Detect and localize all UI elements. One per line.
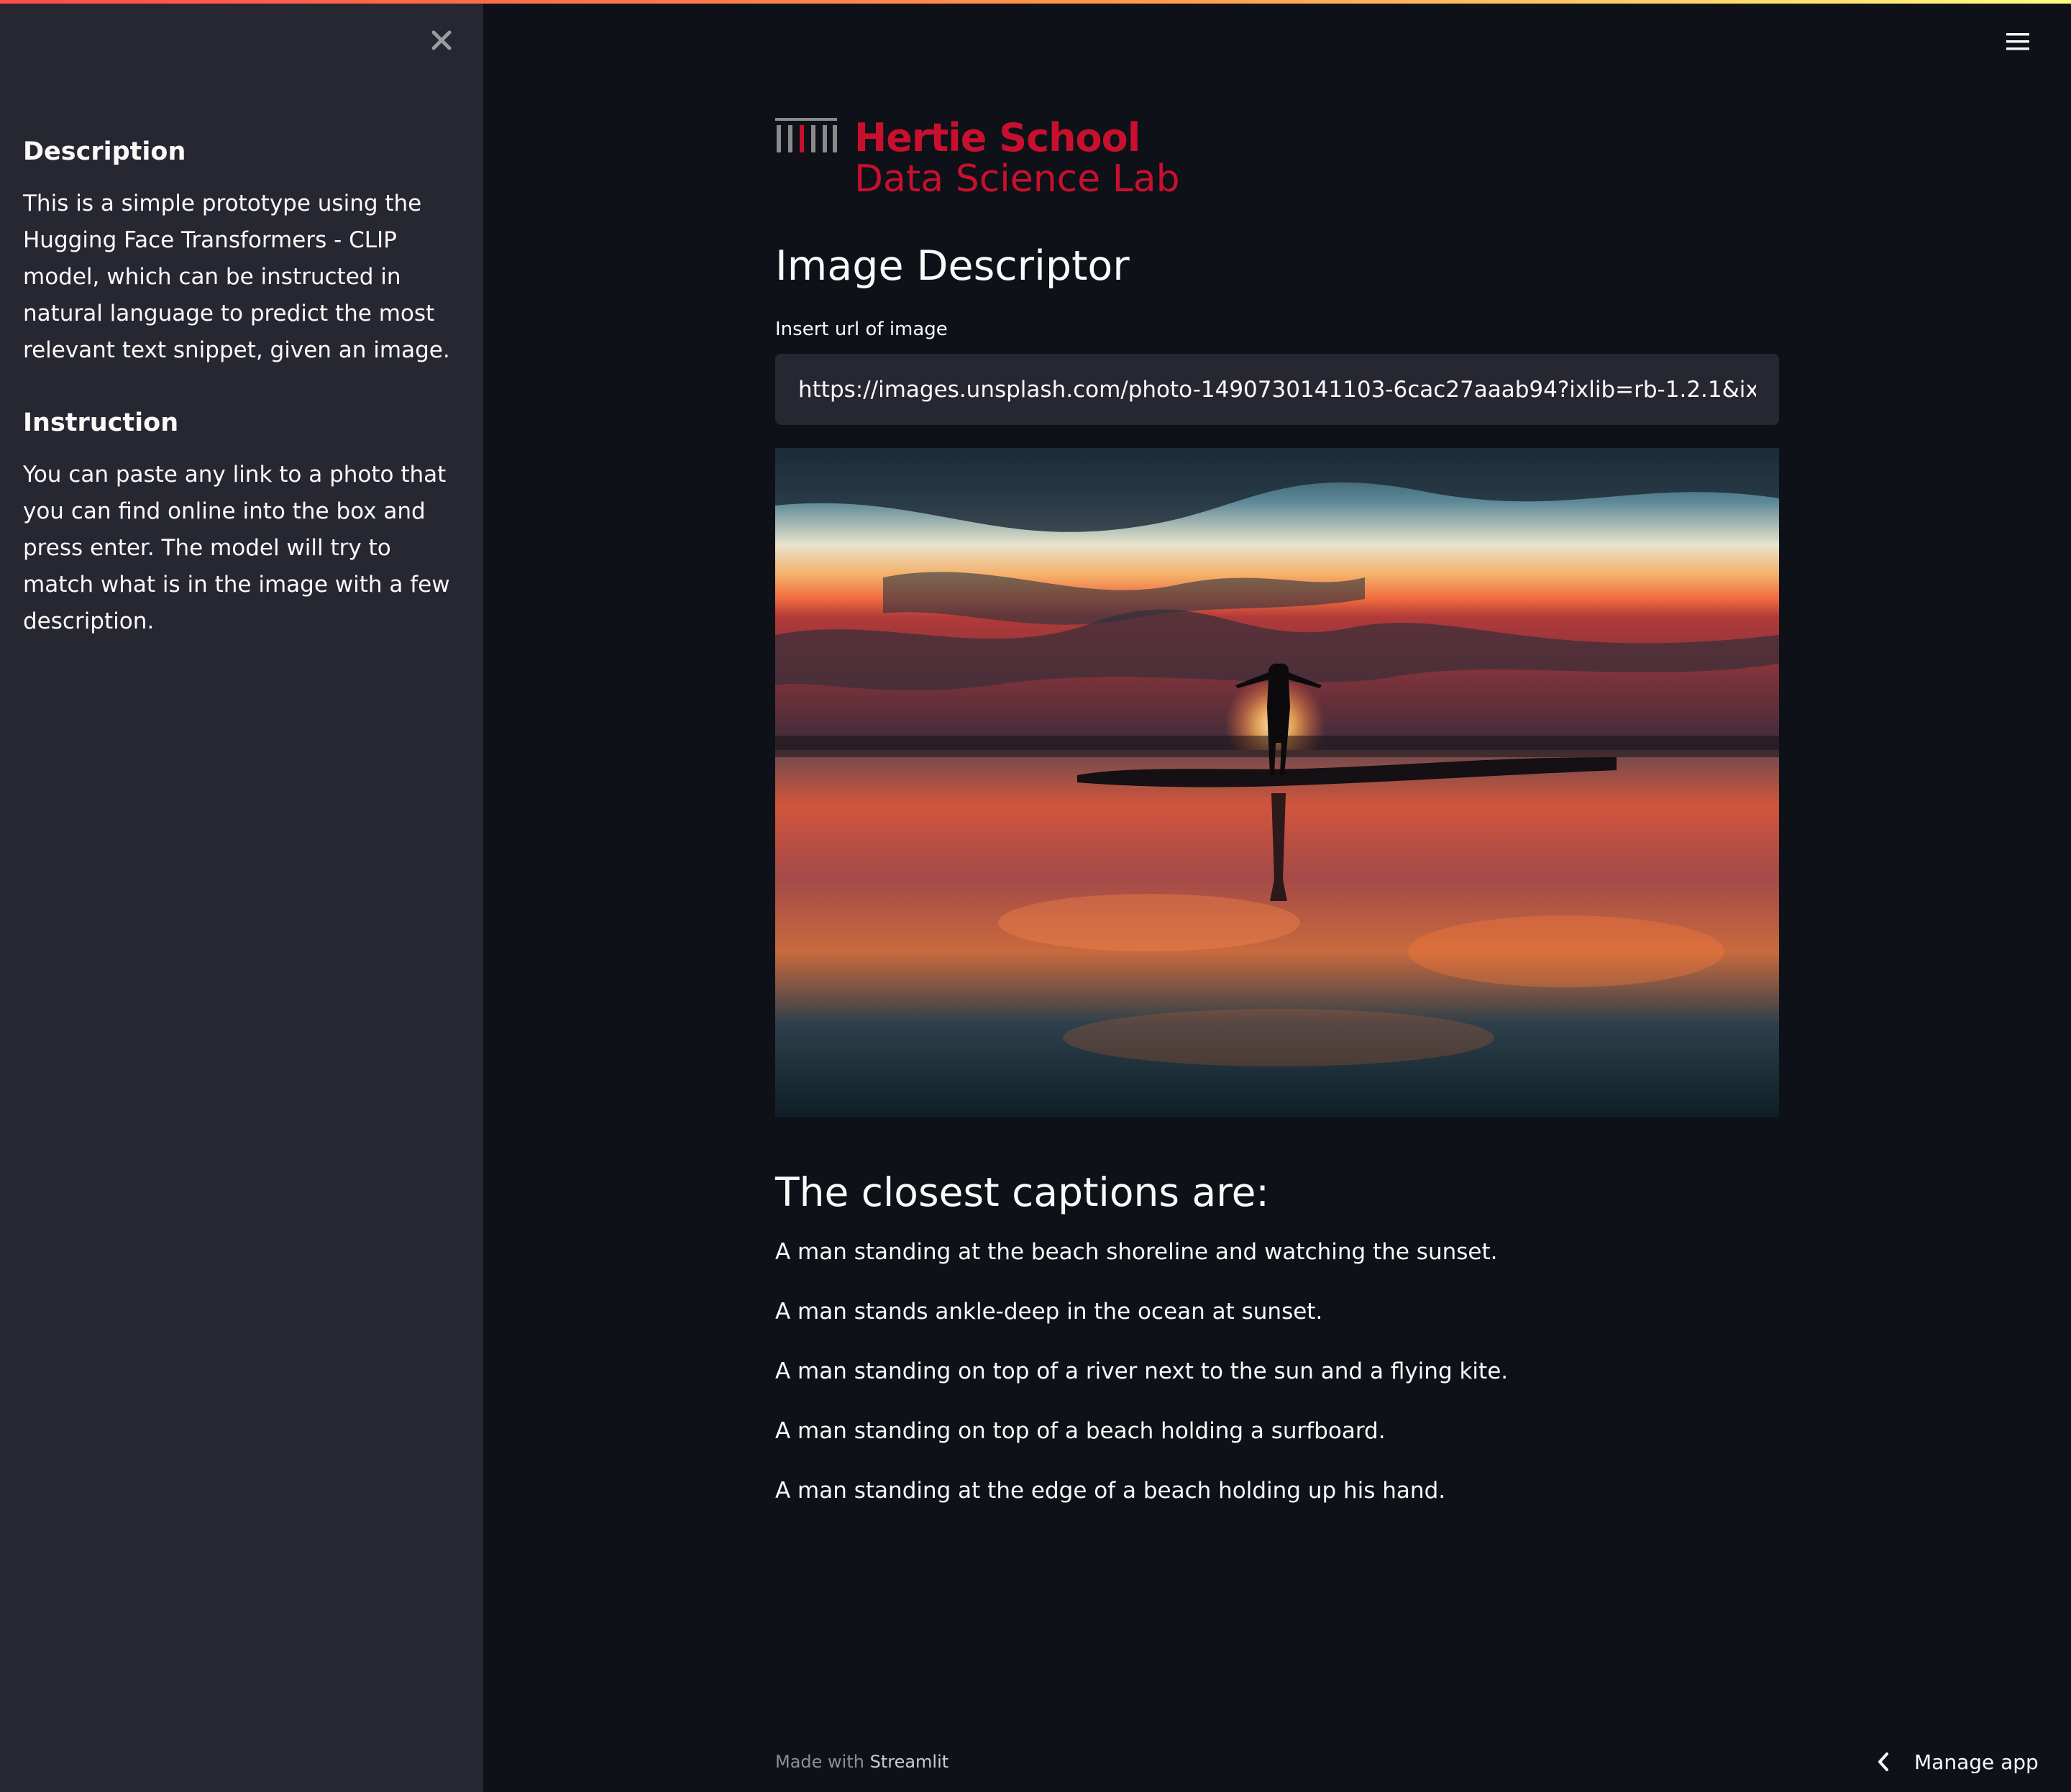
captions-title: The closest captions are: <box>775 1169 1269 1215</box>
top-decoration-bar <box>0 0 2071 4</box>
close-icon <box>431 30 452 50</box>
captions-list: A man standing at the beach shoreline an… <box>775 1234 1779 1532</box>
hertie-columns-icon <box>775 118 837 152</box>
description-text: This is a simple prototype using the Hug… <box>23 191 450 363</box>
caption-item: A man standing at the edge of a beach ho… <box>775 1478 1446 1504</box>
footer-prefix: Made with <box>775 1752 870 1772</box>
sidebar: Description This is a simple prototype u… <box>0 0 483 1792</box>
logo-title: Hertie School <box>854 115 1140 160</box>
main-menu-button[interactable] <box>2003 27 2032 56</box>
manage-app-button[interactable]: Manage app <box>1877 1740 2039 1783</box>
page-title: Image Descriptor <box>775 242 1130 290</box>
instruction-heading: Instruction <box>23 408 179 437</box>
image-url-input[interactable] <box>775 354 1779 425</box>
footer: Made with Streamlit <box>775 1752 948 1772</box>
sidebar-close-button[interactable] <box>426 24 457 56</box>
sidebar-content: Description This is a simple prototype u… <box>23 134 462 676</box>
sunset-beach-photo <box>775 448 1779 1117</box>
caption-item: A man standing on top of a river next to… <box>775 1358 1509 1384</box>
manage-app-label: Manage app <box>1914 1750 2039 1774</box>
caption-item: A man stands ankle-deep in the ocean at … <box>775 1299 1323 1325</box>
instruction-text: You can paste any link to a photo that y… <box>23 462 450 634</box>
chevron-left-icon <box>1878 1752 1888 1771</box>
streamlit-link[interactable]: Streamlit <box>870 1752 949 1772</box>
logo-subtitle: Data Science Lab <box>854 157 1180 201</box>
hamburger-menu-icon <box>2006 33 2029 50</box>
hertie-school-logo: Hertie School Data Science Lab <box>775 115 1180 201</box>
url-input-label: Insert url of image <box>775 319 948 340</box>
caption-item: A man standing on top of a beach holding… <box>775 1418 1386 1444</box>
caption-item: A man standing at the beach shoreline an… <box>775 1239 1498 1265</box>
description-heading: Description <box>23 137 186 166</box>
